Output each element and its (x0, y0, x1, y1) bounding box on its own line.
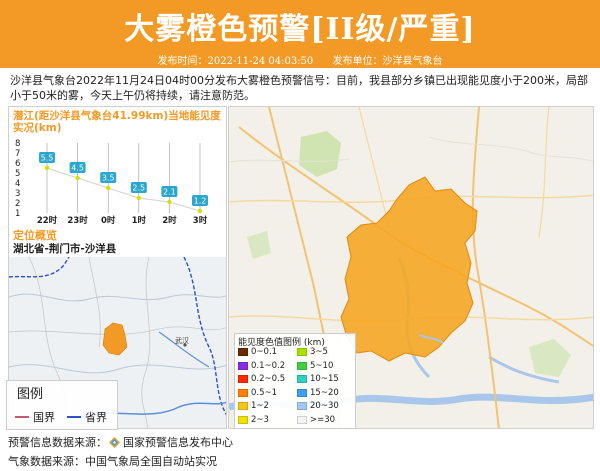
x-tick-label: 2时 (162, 215, 177, 225)
publisher: 发布单位：沙洋县气象台 (332, 56, 443, 67)
weather-source-value: 中国气象局全国自动站实况 (85, 455, 217, 468)
visibility-legend-label: 15~20 (310, 387, 339, 398)
visibility-legend-label: 2~3 (251, 414, 269, 425)
data-point (197, 208, 203, 214)
weather-source-line: 气象数据来源： 中国气象局全国自动站实况 (8, 453, 217, 469)
national-border-label: 国界 (33, 411, 55, 424)
data-label: 5.5 (41, 154, 54, 163)
visibility-legend-item: 3~5 (297, 347, 328, 357)
visibility-legend-label: 0.5~1 (251, 387, 278, 398)
y-tick-label: 8 (15, 139, 20, 149)
visibility-legend-swatch (238, 402, 248, 410)
visibility-legend-item: 0.1~0.2 (238, 361, 285, 371)
warning-title: 大雾橙色预警[II级/严重] (124, 12, 476, 47)
visibility-legend-label: 10~15 (310, 374, 339, 384)
data-label: 1.2 (194, 197, 207, 206)
legend-item-national-border: 国界 (15, 409, 55, 425)
y-tick-label: 2 (15, 199, 20, 209)
visibility-legend-label: 1~2 (251, 401, 269, 411)
warning-header: 大雾橙色预警[II级/严重] 发布时间：2022-11-24 04:03:50 … (0, 0, 600, 68)
x-tick-label: 3时 (193, 215, 208, 225)
legend-item-province-border: 省界 (67, 409, 107, 425)
visibility-legend-swatch (297, 388, 307, 397)
visibility-legend-swatch (238, 415, 248, 424)
province-border-label: 省界 (85, 411, 107, 424)
national-border-swatch (15, 416, 29, 418)
visibility-legend-label: 0.1~0.2 (251, 360, 286, 371)
visibility-chart: 12345678 22时 23时 0时 1时 2时 3时 5.5 4.5 3.5 2.5 2.1 1.2 (15, 139, 208, 225)
warning-source-label: 预警信息数据来源： (8, 436, 107, 449)
data-label: 4.5 (71, 164, 84, 173)
y-tick-label: 3 (15, 189, 20, 199)
warning-meta: 发布时间：2022-11-24 04:03:50 发布单位：沙洋县气象台 (0, 52, 600, 67)
visibility-legend-item: 10~15 (297, 374, 339, 384)
visibility-legend-item: 15~20 (297, 388, 339, 398)
data-point (75, 175, 80, 181)
y-tick-label: 7 (15, 149, 20, 159)
visibility-legend-swatch (297, 415, 307, 424)
visibility-legend-label: 3~5 (310, 347, 328, 357)
chart-title: 潜江(距沙洋县气象台41.99km)当地能见度实况(km) (13, 110, 221, 134)
visibility-legend-swatch (238, 375, 248, 383)
data-label: 2.5 (132, 184, 145, 193)
warning-center-logo-icon (109, 436, 120, 448)
data-point (44, 165, 50, 171)
y-tick-label: 4 (15, 179, 20, 189)
warning-description: 沙洋县气象台2022年11月24日04时00分发布大雾橙色预警信号：目前，我县部… (10, 74, 588, 102)
visibility-legend-item: 20~30 (297, 401, 339, 411)
map-legend: 图例 国界 省界 (6, 380, 118, 430)
x-tick-label: 1时 (132, 215, 147, 225)
visibility-legend-item: 0~0.1 (238, 347, 277, 357)
location-name: 湖北省-荆门市-沙洋县 (13, 243, 117, 255)
visibility-legend-swatch (297, 348, 307, 356)
data-label: 2.1 (163, 188, 176, 197)
map-legend-title: 图例 (17, 387, 44, 402)
visibility-legend-swatch (238, 388, 248, 397)
visibility-legend-item: 2~3 (238, 415, 269, 425)
visibility-legend-label: >=30 (310, 414, 336, 425)
visibility-legend-label: 0~0.1 (251, 347, 278, 357)
x-tick-label: 23时 (67, 215, 88, 225)
warning-source-line: 预警信息数据来源： 国家预警信息发布中心 (8, 434, 233, 450)
y-tick-label: 5 (15, 169, 20, 179)
visibility-legend-item: 5~10 (297, 361, 333, 371)
warning-source-value: 国家预警信息发布中心 (123, 436, 233, 449)
visibility-legend-item: 0.5~1 (238, 388, 277, 398)
visibility-legend-label: 20~30 (310, 401, 339, 411)
x-tick-label: 0时 (101, 215, 116, 225)
y-tick-label: 6 (15, 159, 20, 169)
visibility-legend-swatch (238, 348, 248, 356)
y-tick-label: 1 (15, 209, 20, 219)
visibility-legend-swatch (297, 402, 307, 410)
publish-time: 发布时间：2022-11-24 04:03:50 (157, 56, 314, 67)
city-label-wuhan: 武汉 (175, 337, 189, 345)
visibility-legend-item: 0.2~0.5 (238, 374, 285, 384)
visibility-legend-label: 0.2~0.5 (251, 374, 286, 384)
visibility-legend-label: 5~10 (310, 360, 334, 371)
visibility-legend-item: >=30 (297, 415, 335, 425)
x-tick-label: 22时 (37, 215, 58, 225)
visibility-legend-swatch (238, 361, 248, 370)
visibility-legend-item: 1~2 (238, 401, 269, 411)
visibility-legend-swatch (297, 375, 307, 383)
data-point (106, 185, 111, 191)
data-point (136, 195, 141, 201)
province-border-swatch (67, 416, 81, 418)
visibility-legend-swatch (297, 361, 307, 370)
data-label: 3.5 (102, 174, 115, 183)
weather-source-label: 气象数据来源： (8, 455, 85, 468)
data-point (167, 199, 172, 205)
visibility-legend: 能见度色值图例 (km) 0~0.1 0.1~0.2 0.2~0.5 0.5~1 1~2… (234, 333, 356, 429)
